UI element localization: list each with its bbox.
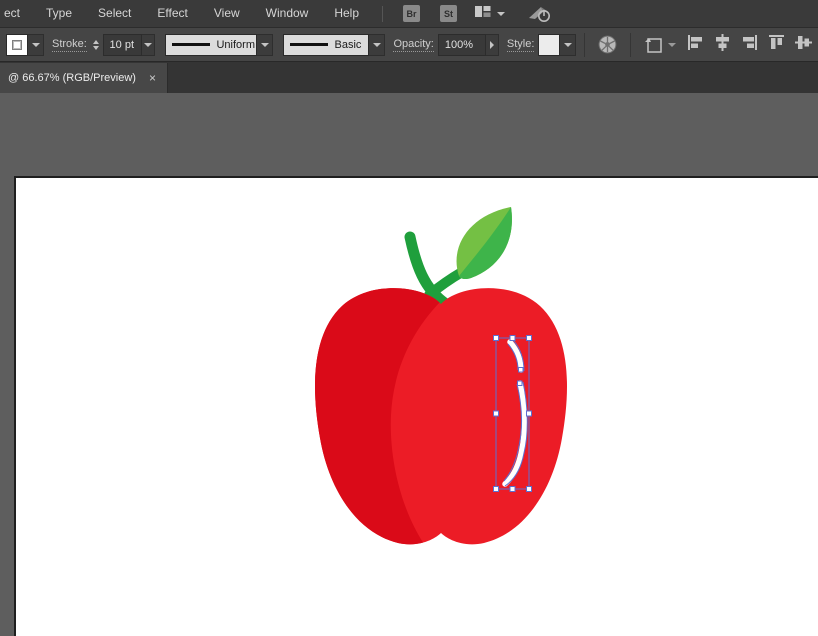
close-tab-icon[interactable]: × (146, 72, 159, 84)
canvas-area[interactable] (0, 93, 818, 636)
stroke-color-control[interactable] (6, 34, 44, 56)
chevron-right-icon (490, 41, 494, 49)
menu-effect[interactable]: Effect (144, 0, 200, 27)
brush-definition-dropdown-button[interactable] (369, 34, 385, 56)
handle-bottom-center[interactable] (510, 487, 515, 492)
workspace-switcher[interactable] (475, 5, 505, 23)
align-right-button[interactable] (741, 34, 758, 56)
style-label[interactable]: Style: (507, 38, 535, 52)
valign-center-button[interactable] (795, 34, 812, 56)
graphic-style-swatch[interactable] (538, 34, 560, 56)
chevron-down-icon (497, 12, 505, 16)
stroke-weight-label[interactable]: Stroke: (52, 38, 87, 52)
stroke-color-dropdown-button[interactable] (28, 34, 44, 56)
anchor-point[interactable] (519, 368, 524, 373)
horizontal-align-left-icon (687, 34, 704, 51)
handle-bottom-left[interactable] (494, 487, 499, 492)
document-tab[interactable]: @ 66.67% (RGB/Preview) × (0, 63, 168, 93)
menu-select[interactable]: Select (85, 0, 144, 27)
brush-stroke-preview (290, 43, 328, 46)
align-center-button[interactable] (714, 34, 731, 56)
workspace-layout-icon (475, 5, 491, 23)
stroke-profile-preview (172, 43, 210, 46)
controlbar-separator (630, 33, 631, 57)
recolor-artwork-button[interactable] (593, 32, 622, 58)
rocket-icon (527, 5, 553, 23)
stepper-up-icon (93, 40, 99, 44)
document-view[interactable] (0, 93, 818, 636)
menu-help[interactable]: Help (321, 0, 372, 27)
artboard-icon (644, 35, 666, 55)
stock-button[interactable]: St (440, 5, 457, 22)
menu-window[interactable]: Window (253, 0, 322, 27)
width-profile-dropdown-button[interactable] (257, 34, 273, 56)
anchor-point[interactable] (518, 381, 523, 386)
opacity-input[interactable]: 100% (438, 34, 486, 56)
valign-top-button[interactable] (768, 34, 785, 56)
width-profile-value: Uniform (216, 39, 255, 51)
color-wheel-icon (598, 35, 617, 54)
menu-bar: ect Type Select Effect View Window Help … (0, 0, 818, 28)
brush-definition-dropdown[interactable]: Basic (283, 34, 369, 56)
handle-mid-right[interactable] (527, 411, 532, 416)
handle-mid-left[interactable] (494, 411, 499, 416)
menu-view[interactable]: View (201, 0, 253, 27)
chevron-down-icon (668, 43, 676, 47)
stroke-weight-stepper[interactable] (91, 34, 101, 56)
menubar-separator (382, 6, 383, 22)
opacity-label[interactable]: Opacity: (393, 38, 433, 52)
stroke-color-swatch[interactable] (6, 34, 28, 56)
menu-type[interactable]: Type (33, 0, 85, 27)
width-profile-dropdown[interactable]: Uniform (165, 34, 257, 56)
chevron-down-icon (144, 43, 152, 47)
chevron-down-icon (261, 43, 269, 47)
controlbar-separator (584, 33, 585, 57)
brush-definition-value: Basic (334, 39, 361, 51)
vertical-align-top-icon (768, 34, 785, 51)
horizontal-align-right-icon (741, 34, 758, 51)
align-left-button[interactable] (687, 34, 704, 56)
document-tab-bar: @ 66.67% (RGB/Preview) × (0, 62, 818, 93)
handle-top-right[interactable] (527, 336, 532, 341)
width-profile-control[interactable]: Uniform (165, 34, 273, 56)
control-bar: Stroke: 10 pt Uniform Basic Opacity: 100… (0, 28, 818, 62)
brush-definition-control[interactable]: Basic (283, 34, 385, 56)
handle-top-center[interactable] (510, 336, 515, 341)
horizontal-align-center-icon (714, 34, 731, 51)
graphic-style-control[interactable] (538, 34, 576, 56)
chevron-down-icon (373, 43, 381, 47)
isolate-artboard-button[interactable] (639, 32, 681, 58)
vertical-align-center-icon (795, 34, 812, 51)
handle-top-left[interactable] (494, 336, 499, 341)
gpu-performance-button[interactable] (527, 5, 553, 23)
chevron-down-icon (32, 43, 40, 47)
document-tab-title: @ 66.67% (RGB/Preview) (8, 72, 146, 84)
align-buttons (687, 34, 812, 56)
graphic-style-dropdown-button[interactable] (560, 34, 576, 56)
handle-bottom-right[interactable] (527, 487, 532, 492)
bridge-button[interactable]: Br (403, 5, 420, 22)
opacity-expand-button[interactable] (486, 34, 499, 56)
menu-object[interactable]: ect (2, 0, 33, 27)
stroke-weight-input[interactable]: 10 pt (103, 34, 143, 56)
stroke-weight-dropdown-button[interactable] (142, 34, 155, 56)
chevron-down-icon (564, 43, 572, 47)
stepper-down-icon (93, 46, 99, 50)
